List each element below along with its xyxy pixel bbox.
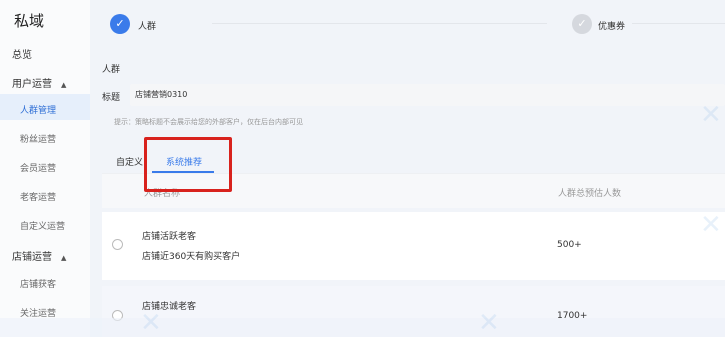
step1-label: 人群	[138, 22, 157, 32]
sidebar-group-user-label: 用户运营	[12, 79, 52, 90]
watermark-icon: ✕	[478, 308, 500, 337]
brand-title: 私域	[14, 12, 45, 30]
watermark-icon: ✕	[700, 100, 722, 130]
column-header-count: 人群总预估人数	[558, 189, 622, 199]
sidebar-item-fans[interactable]: 粉丝运营	[20, 132, 56, 145]
row-count: 500+	[557, 240, 582, 250]
main-panel: ✓ 人群 ✓ 优惠券 人群 标题 店铺营销0310 提示：策略标题不会展示给您的…	[92, 0, 725, 337]
sidebar-group-store[interactable]: 店铺运营 ▲	[12, 248, 66, 263]
section-title: 人群	[102, 65, 121, 75]
step1-check-icon: ✓	[110, 14, 130, 34]
sidebar-item-custom-ops[interactable]: 自定义运营	[20, 219, 65, 232]
row-description: 店铺近360天有购买客户	[142, 252, 241, 262]
sidebar-item-store-acquire[interactable]: 店铺获客	[20, 277, 56, 290]
table-row[interactable]: 店铺活跃老客 店铺近360天有购买客户 500+	[102, 212, 725, 280]
chevron-up-icon: ▲	[61, 81, 67, 89]
sidebar-item-old-customers[interactable]: 老客运营	[20, 190, 56, 203]
tab-custom[interactable]: 自定义	[116, 155, 143, 168]
sidebar: 私域 总览 用户运营 ▲ 人群管理 粉丝运营 会员运营 老客运营 自定义运营 店铺…	[0, 0, 90, 337]
watermark-icon: ✕	[700, 210, 722, 240]
bottom-band	[0, 318, 725, 337]
chevron-up-icon: ▲	[61, 254, 67, 262]
watermark-icon: ✕	[140, 308, 162, 337]
row-title: 店铺活跃老客	[142, 232, 197, 242]
annotation-highlight-box	[144, 137, 232, 192]
stepper-connector	[632, 23, 725, 24]
title-hint: 提示：策略标题不会展示给您的外部客户，仅在后台内部可见	[114, 118, 303, 126]
step2-check-icon: ✓	[572, 14, 592, 34]
stepper-connector	[212, 23, 547, 24]
sidebar-item-members[interactable]: 会员运营	[20, 161, 56, 174]
step2-label: 优惠券	[598, 22, 626, 32]
sidebar-group-user[interactable]: 用户运营 ▲	[12, 75, 66, 90]
sidebar-group-store-label: 店铺运营	[12, 252, 52, 263]
title-input[interactable]: 店铺营销0310	[130, 84, 725, 106]
title-field-label: 标题	[102, 93, 121, 103]
sidebar-item-overview[interactable]: 总览	[12, 46, 32, 61]
radio-button[interactable]	[112, 239, 123, 250]
sidebar-item-crowd-management[interactable]: 人群管理	[20, 103, 56, 116]
